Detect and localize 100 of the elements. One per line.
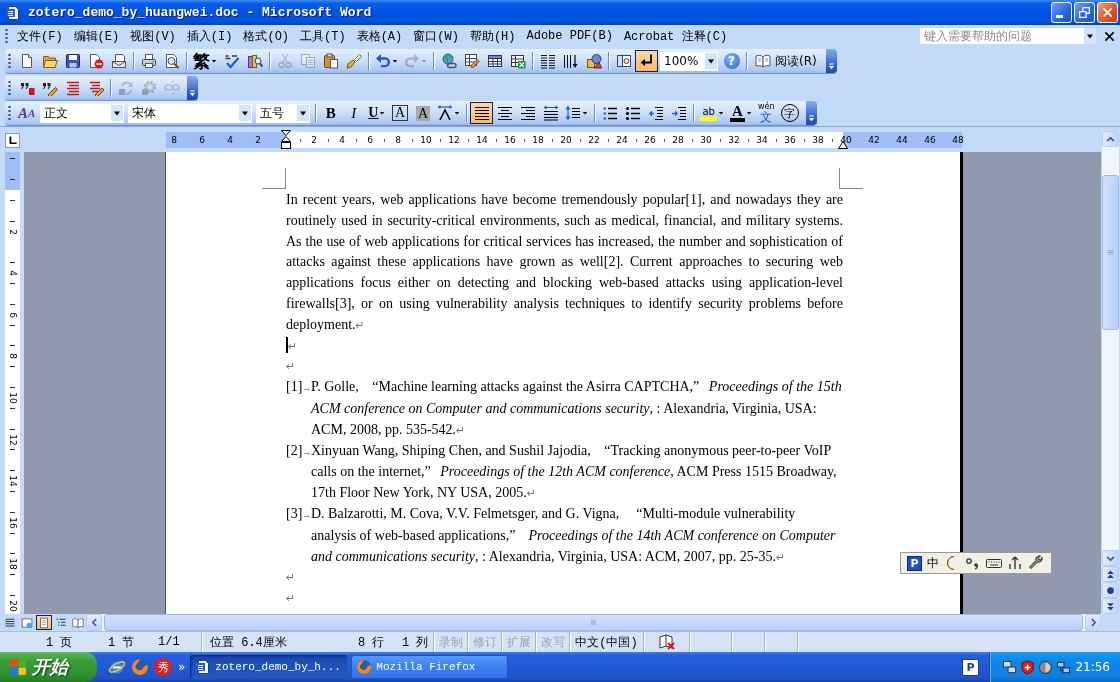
- ruler-number: 2: [311, 134, 317, 146]
- menu-item[interactable]: 工具(T): [295, 25, 351, 47]
- quick-launch-more-button[interactable]: »: [178, 660, 186, 674]
- ruler-number: 14: [7, 473, 17, 489]
- punctuation-icon[interactable]: [965, 555, 981, 571]
- status-text: 1 节: [108, 634, 136, 651]
- paintbrush-icon: [345, 53, 362, 69]
- justify-button[interactable]: [470, 102, 494, 124]
- right-lines-icon: [520, 105, 536, 121]
- left-indent-marker[interactable]: [281, 130, 291, 149]
- scroll-left-button[interactable]: [86, 614, 102, 631]
- tab-type-button[interactable]: [4, 133, 20, 148]
- bold-button[interactable]: B: [319, 102, 343, 124]
- font-size-dropdown[interactable]: 五号: [256, 103, 311, 123]
- start-button[interactable]: 开始: [0, 652, 97, 682]
- toolbar-options-button[interactable]: [825, 49, 837, 73]
- scroll-up-button[interactable]: [1102, 131, 1119, 147]
- dropdown-arrow-icon: [454, 110, 461, 116]
- chinese-mode-toggle[interactable]: 中: [927, 554, 939, 572]
- style-dropdown[interactable]: 正文: [40, 103, 125, 123]
- menu-item[interactable]: 格式(O): [238, 25, 295, 47]
- browse-object-button[interactable]: [1102, 582, 1119, 598]
- taskbar-button[interactable]: Mozilla Firefox: [351, 655, 509, 679]
- web-page-icon: [21, 616, 33, 629]
- menu-item[interactable]: 编辑(E): [68, 25, 125, 47]
- reading-button[interactable]: 阅读(R): [750, 50, 822, 72]
- books-magnifier-icon: [246, 53, 263, 69]
- language-bar-button[interactable]: P: [962, 658, 979, 676]
- justify-lines-icon: [474, 105, 490, 121]
- network-icon[interactable]: [1056, 659, 1071, 675]
- swirl-globe-icon[interactable]: [131, 658, 149, 676]
- status-text: 位置 6.4厘米: [210, 634, 288, 651]
- menu-item[interactable]: 视图(V): [125, 25, 181, 47]
- ruler-number: 8: [171, 134, 177, 146]
- clipboard-icon: [322, 53, 339, 69]
- refresh-arrows-icon: [117, 79, 134, 96]
- toolbar-options-button[interactable]: [187, 75, 198, 100]
- monitors-icon[interactable]: [1002, 659, 1017, 675]
- menu-item[interactable]: 表格(A): [351, 25, 408, 47]
- input-method-logo[interactable]: P: [907, 555, 922, 571]
- grip-handle[interactable]: [8, 53, 11, 69]
- minimize-button[interactable]: [1051, 2, 1072, 23]
- ruler-number: 40: [840, 134, 852, 146]
- previous-page-button[interactable]: [1102, 566, 1119, 582]
- document-icon: [5, 4, 21, 21]
- scroll-down-button[interactable]: [1102, 550, 1119, 566]
- right-indent-marker[interactable]: [838, 141, 848, 149]
- ruler-number: 20: [7, 598, 17, 614]
- menu-item[interactable]: Acrobat 注释(C): [618, 25, 733, 47]
- grip-handle[interactable]: [5, 28, 8, 44]
- menu-item[interactable]: 帮助(H): [464, 25, 521, 47]
- half-circle-icon[interactable]: [1038, 659, 1053, 675]
- menu-item[interactable]: 窗口(W): [408, 25, 464, 47]
- show-marks-button[interactable]: [635, 50, 658, 72]
- menu-item[interactable]: 插入(I): [181, 25, 238, 47]
- next-page-button[interactable]: [1102, 598, 1119, 614]
- ruler-number: 34: [756, 134, 768, 146]
- grip-handle[interactable]: [8, 105, 11, 121]
- restore-button[interactable]: [1074, 2, 1095, 23]
- view-button[interactable]: [36, 615, 52, 630]
- line-spacing-icon: [565, 105, 582, 121]
- dropdown-arrow-icon: [745, 110, 752, 116]
- open-book-icon: [72, 616, 84, 629]
- magnifier-page-icon: [163, 53, 180, 69]
- char-shading-button[interactable]: A: [411, 102, 435, 124]
- center-lines-icon: [497, 105, 513, 121]
- dropdown-arrow-icon: [211, 58, 217, 64]
- dropdown-arrow-icon: [717, 110, 724, 116]
- table-pencil-icon: [463, 53, 480, 69]
- book-with-cross-icon[interactable]: [658, 634, 675, 650]
- font-dropdown[interactable]: 宋体: [128, 103, 253, 123]
- grip-handle[interactable]: [8, 79, 11, 96]
- zoom-dropdown[interactable]: 100%: [660, 51, 718, 71]
- italic-button[interactable]: I: [342, 102, 366, 124]
- underline-button[interactable]: U: [365, 102, 389, 124]
- phonetic-button[interactable]: wén 文: [754, 102, 778, 124]
- shield-icon[interactable]: [1020, 659, 1035, 675]
- scrollbar-thumb[interactable]: [1102, 175, 1119, 330]
- text-boundary-corner: [262, 168, 286, 189]
- highlight-button[interactable]: ab: [697, 102, 727, 124]
- ruler-number: 10: [420, 134, 432, 146]
- ruler-number: 20: [560, 134, 572, 146]
- toolbar-options-button[interactable]: [805, 101, 817, 125]
- ruler-number: 42: [868, 134, 880, 146]
- font-color-button[interactable]: A: [726, 102, 755, 124]
- menu-item[interactable]: Adobe PDF(B): [521, 27, 618, 45]
- wrench-icon[interactable]: [1028, 555, 1044, 571]
- convert-button[interactable]: 繁: [190, 50, 220, 72]
- menu-item[interactable]: 文件(F): [12, 25, 68, 47]
- close-button[interactable]: [1097, 2, 1118, 23]
- swoosh-ring-icon[interactable]: [108, 658, 126, 676]
- close-icon[interactable]: [1104, 30, 1115, 42]
- ruler-number: 38: [812, 134, 824, 146]
- double-up-arrow-icon: [1106, 569, 1115, 579]
- arrows-icon[interactable]: [1007, 555, 1023, 571]
- taskbar-button[interactable]: zotero_demo_by_h...: [190, 655, 348, 679]
- quick-launch-badge[interactable]: 秀: [154, 658, 172, 676]
- help-search-field[interactable]: 键入需要帮助的问题: [919, 27, 1097, 45]
- ruler-number: 4: [339, 134, 345, 146]
- scroll-right-button[interactable]: [1085, 614, 1101, 631]
